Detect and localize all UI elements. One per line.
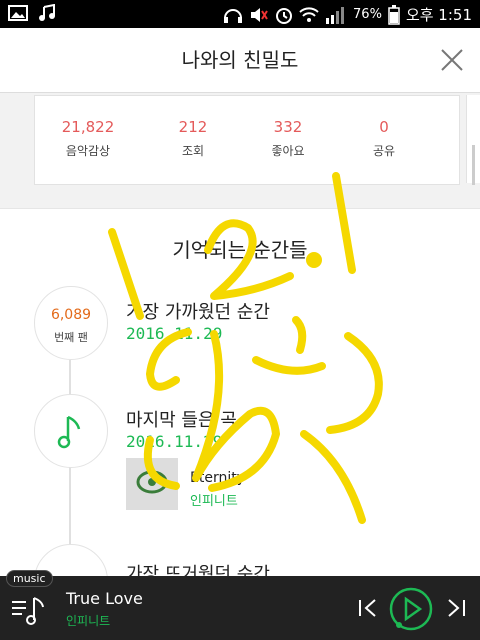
mini-player bbox=[0, 576, 480, 640]
memory-date: 2016.11.29 bbox=[126, 324, 223, 343]
playlist-icon[interactable] bbox=[10, 592, 46, 628]
memories-section bbox=[0, 208, 480, 577]
stat-value: 332 bbox=[273, 118, 303, 136]
memory-title: 가장 가까웠던 순간 bbox=[126, 302, 270, 323]
battery-icon bbox=[388, 4, 400, 25]
album-cover-icon bbox=[136, 470, 168, 494]
album-art[interactable] bbox=[126, 458, 178, 510]
stat-value: 0 bbox=[379, 118, 389, 136]
now-playing-title[interactable]: True Love bbox=[66, 589, 143, 608]
music-note-icon bbox=[39, 4, 55, 21]
now-playing-artist[interactable]: 인피니트 bbox=[66, 612, 110, 629]
app-header: 나와의 친밀도 bbox=[0, 28, 480, 93]
clock: 오후 1:51 bbox=[405, 6, 472, 24]
play-button[interactable] bbox=[388, 586, 434, 632]
wifi-icon bbox=[299, 6, 319, 22]
mute-icon bbox=[251, 7, 268, 22]
stat-label: 공유 bbox=[372, 144, 396, 158]
stat-views: 212 조회 bbox=[148, 118, 238, 159]
song-title[interactable]: Eternity bbox=[190, 470, 245, 486]
stat-label: 조회 bbox=[181, 144, 205, 158]
gallery-icon bbox=[8, 5, 28, 21]
battery-percent: 76% bbox=[353, 7, 382, 22]
alarm-icon bbox=[276, 7, 293, 24]
stat-listens: 21,822 음악감상 bbox=[43, 118, 133, 159]
stat-value: 212 bbox=[178, 118, 208, 136]
next-track-icon[interactable] bbox=[444, 596, 468, 620]
stat-label: 음악감상 bbox=[65, 144, 111, 158]
stats-card: 21,822 음악감상 212 조회 332 좋아요 0 공유 bbox=[34, 95, 460, 185]
stat-label: 좋아요 bbox=[271, 144, 305, 158]
stat-likes: 332 좋아요 bbox=[243, 118, 333, 159]
last-song-badge bbox=[34, 394, 108, 468]
stat-value: 21,822 bbox=[61, 118, 115, 136]
close-icon[interactable] bbox=[436, 44, 468, 76]
signal-icon bbox=[326, 6, 345, 24]
music-tab[interactable]: music bbox=[6, 570, 53, 587]
headphones-icon bbox=[224, 8, 243, 23]
fan-rank-label: 번째 팬 bbox=[54, 331, 88, 344]
page-title: 나와의 친밀도 bbox=[181, 48, 299, 72]
section-title: 기억되는 순간들 bbox=[172, 238, 308, 262]
song-artist[interactable]: 인피니트 bbox=[190, 490, 238, 509]
previous-track-icon[interactable] bbox=[356, 596, 380, 620]
memory-title: 마지막 들은 곡 bbox=[126, 410, 237, 431]
scroll-indicator bbox=[472, 145, 475, 185]
fan-rank-badge: 6,089 번째 팬 bbox=[34, 286, 108, 360]
music-note-icon bbox=[57, 415, 81, 449]
fan-rank-number: 6,089 bbox=[50, 307, 92, 323]
stat-shares: 0 공유 bbox=[339, 118, 429, 159]
memory-date: 2016.11.29 bbox=[126, 432, 223, 451]
status-bar: 76% 오후 1:51 bbox=[0, 0, 480, 28]
